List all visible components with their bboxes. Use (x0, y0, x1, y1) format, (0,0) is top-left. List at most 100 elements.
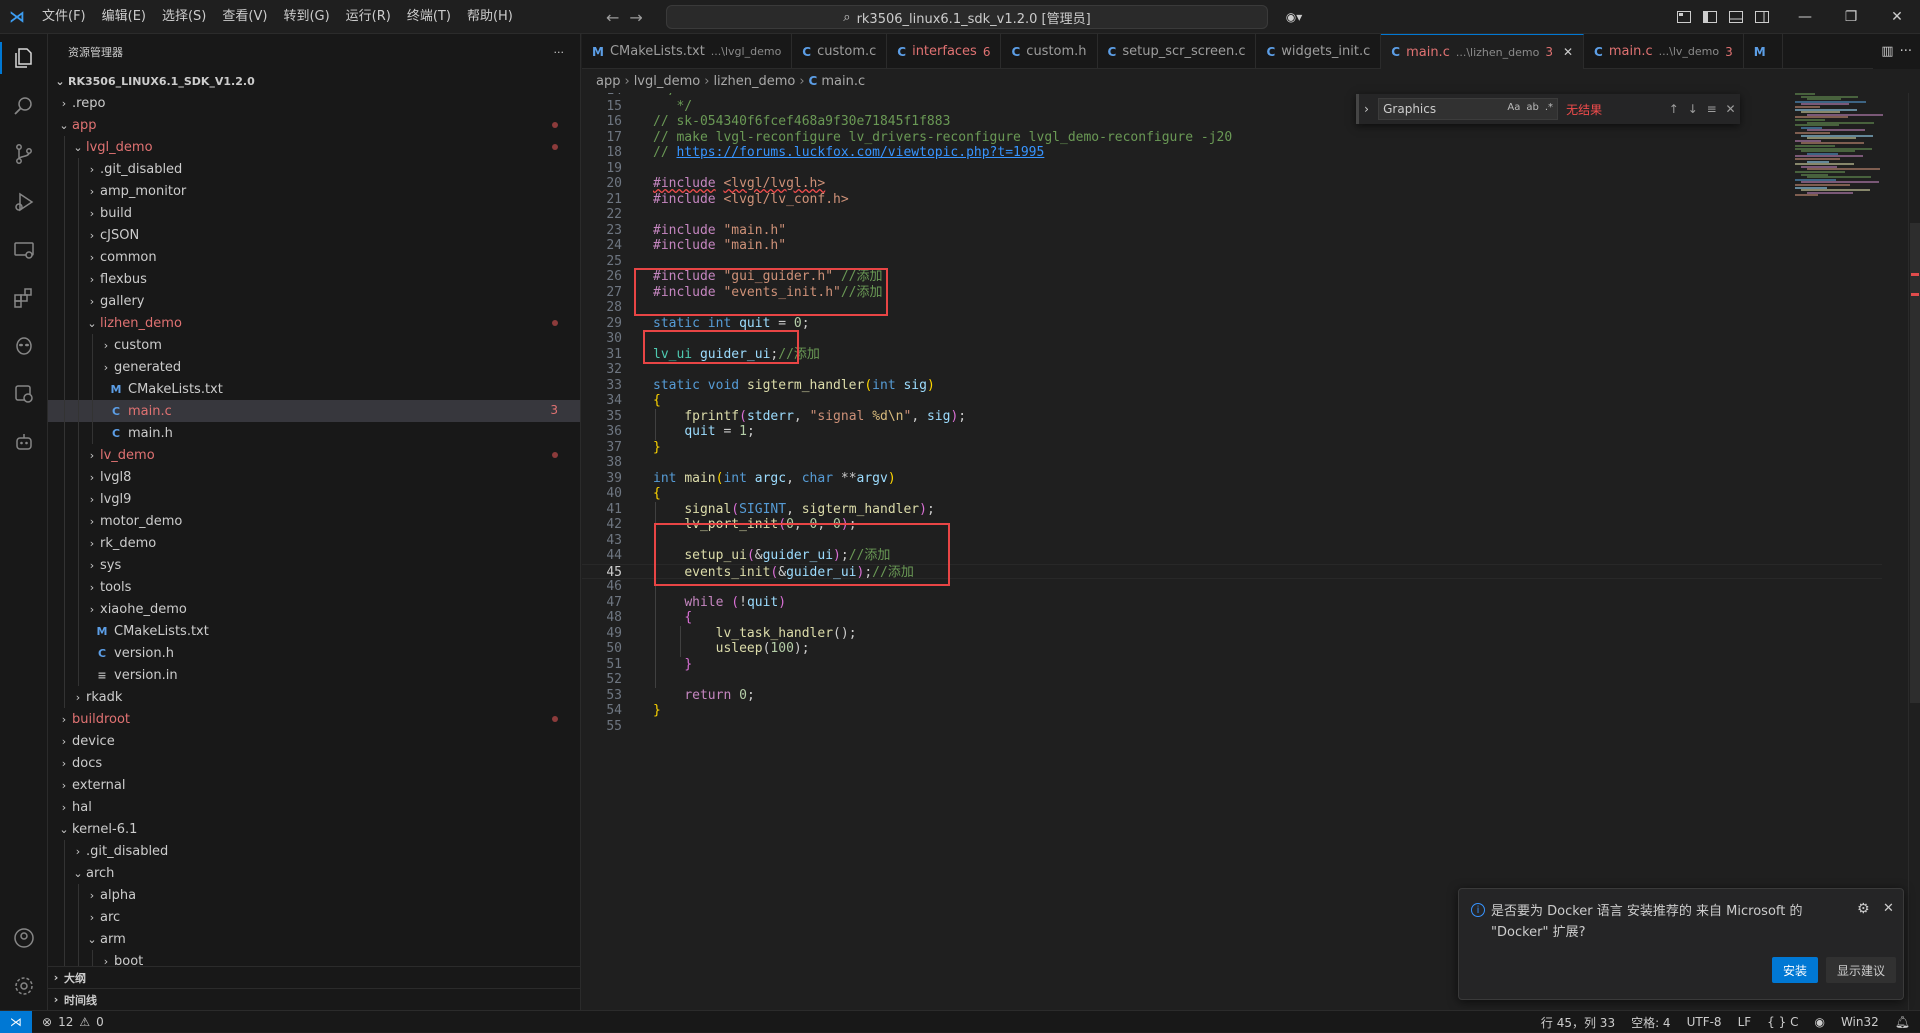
tree-folder[interactable]: › .git_disabled (48, 840, 580, 862)
tree-folder[interactable]: › docs (48, 752, 580, 774)
explorer-icon[interactable] (0, 34, 48, 82)
tree-folder[interactable]: › device (48, 730, 580, 752)
tree-folder[interactable]: › rk_demo (48, 532, 580, 554)
tree-file[interactable]: Cmain.h (48, 422, 580, 444)
tree-folder[interactable]: › generated (48, 356, 580, 378)
toggle-panel-icon[interactable] (1726, 7, 1746, 27)
tree-folder[interactable]: › external (48, 774, 580, 796)
tree-file[interactable]: ≡ version.in (48, 664, 580, 686)
toggle-secondary-sidebar-icon[interactable] (1752, 7, 1772, 27)
tree-folder[interactable]: › lvgl8 (48, 466, 580, 488)
account-icon[interactable] (0, 914, 48, 962)
tree-folder[interactable]: › tools (48, 576, 580, 598)
find-in-selection-icon[interactable]: ≡ (1702, 102, 1721, 116)
indentation[interactable]: 空格: 4 (1631, 1014, 1671, 1031)
split-editor-icon[interactable]: ▥ (1881, 44, 1893, 59)
more-actions-icon[interactable]: ··· (1900, 44, 1912, 59)
vertical-scrollbar[interactable] (1908, 93, 1920, 1010)
remote-explorer-icon[interactable] (0, 226, 48, 274)
search-icon[interactable] (0, 82, 48, 130)
menu-item[interactable]: 转到(G) (275, 5, 337, 29)
cursor-position[interactable]: 行 45，列 33 (1541, 1014, 1615, 1031)
editor-tab[interactable]: Cinterfaces 6 (887, 34, 1002, 69)
editor-tab[interactable]: Cwidgets_init.c (1256, 34, 1382, 69)
menu-item[interactable]: 终端(T) (399, 5, 459, 29)
tree-file[interactable]: M CMakeLists.txt (48, 378, 580, 400)
run-debug-icon[interactable] (0, 178, 48, 226)
menu-item[interactable]: 帮助(H) (459, 5, 521, 29)
back-arrow-icon[interactable]: ← (606, 8, 619, 27)
robot-icon[interactable] (0, 418, 48, 466)
platform[interactable]: Win32 (1841, 1015, 1879, 1029)
tree-folder[interactable]: › .repo (48, 92, 580, 114)
encoding[interactable]: UTF-8 (1687, 1015, 1722, 1029)
tree-folder[interactable]: › common (48, 246, 580, 268)
tree-folder[interactable]: › amp_monitor (48, 180, 580, 202)
breadcrumb-item[interactable]: main.c (821, 74, 865, 89)
toggle-replace-icon[interactable]: › (1359, 102, 1374, 116)
tree-file[interactable]: Cmain.c 3 (48, 400, 580, 422)
menu-item[interactable]: 文件(F) (34, 5, 94, 29)
remote-indicator-icon[interactable]: ⋊ (0, 1010, 32, 1033)
find-input[interactable]: Graphics Aa ab .* (1378, 98, 1559, 120)
whole-word-toggle[interactable]: ab (1526, 102, 1538, 113)
minimap[interactable] (1795, 93, 1905, 213)
tree-folder[interactable]: › xiaohe_demo (48, 598, 580, 620)
command-center[interactable]: ⌕ rk3506_linux6.1_sdk_v1.2.0 [管理员] (666, 5, 1268, 29)
copilot-status-icon[interactable]: ◉ (1814, 1015, 1824, 1029)
breadcrumb-item[interactable]: app (596, 74, 620, 89)
tree-folder[interactable]: › rkadk (48, 686, 580, 708)
outline-section[interactable]: › 大纲 (48, 966, 580, 988)
toggle-primary-sidebar-icon[interactable] (1700, 7, 1720, 27)
tree-folder[interactable]: › sys (48, 554, 580, 576)
tree-folder[interactable]: › .git_disabled (48, 158, 580, 180)
editor-tab[interactable]: M CMakeLists.txt ...\lvgl_demo (582, 34, 793, 69)
tree-folder[interactable]: › gallery (48, 290, 580, 312)
tree-folder[interactable]: › build (48, 202, 580, 224)
arrow-down-icon[interactable]: ↓ (1683, 102, 1702, 116)
menu-item[interactable]: 选择(S) (154, 5, 214, 29)
end-of-line[interactable]: LF (1738, 1015, 1752, 1029)
editor-tab[interactable]: M (1744, 34, 1783, 69)
breadcrumb-item[interactable]: lvgl_demo (634, 74, 701, 89)
regex-toggle[interactable]: .* (1545, 102, 1553, 113)
settings-gear-icon[interactable] (0, 962, 48, 1010)
tree-file[interactable]: M CMakeLists.txt (48, 620, 580, 642)
tree-folder[interactable]: › lvgl9 (48, 488, 580, 510)
root-folder[interactable]: ⌄ RK3506_LINUX6.1_SDK_V1.2.0 (48, 70, 580, 92)
timeline-section[interactable]: › 时间线 (48, 988, 580, 1010)
tree-folder[interactable]: › hal (48, 796, 580, 818)
tree-folder[interactable]: ⌄ lvgl_demo (48, 136, 580, 158)
editor-tab[interactable]: Ccustom.h (1001, 34, 1098, 69)
menu-item[interactable]: 查看(V) (214, 5, 275, 29)
close-icon[interactable]: ✕ (1563, 45, 1573, 59)
language-mode[interactable]: { } C (1767, 1015, 1798, 1029)
notifications-bell-icon[interactable]: 🔔︎ (1895, 1015, 1910, 1029)
alien-icon[interactable] (0, 322, 48, 370)
editor-tab[interactable]: Csetup_scr_screen.c (1098, 34, 1257, 69)
tree-folder[interactable]: ⌄ kernel-6.1 (48, 818, 580, 840)
menu-item[interactable]: 运行(R) (338, 5, 399, 29)
close-window-icon[interactable]: ✕ (1874, 0, 1920, 34)
tree-folder[interactable]: ⌄ arch (48, 862, 580, 884)
problems-indicator[interactable]: ⊗ 12 ⚠ 0 (42, 1015, 104, 1029)
show-recommendations-button[interactable]: 显示建议 (1826, 957, 1896, 983)
tree-file[interactable]: Cversion.h (48, 642, 580, 664)
close-icon[interactable]: ✕ (1883, 901, 1894, 916)
tree-folder[interactable]: ⌄ arm (48, 928, 580, 950)
install-button[interactable]: 安装 (1772, 957, 1818, 983)
minimize-icon[interactable]: — (1782, 0, 1828, 34)
tree-folder[interactable]: › buildroot (48, 708, 580, 730)
tree-folder[interactable]: › flexbus (48, 268, 580, 290)
tree-folder[interactable]: › alpha (48, 884, 580, 906)
customize-layout-icon[interactable] (1674, 7, 1694, 27)
source-control-icon[interactable] (0, 130, 48, 178)
arrow-up-icon[interactable]: ↑ (1664, 102, 1683, 116)
editor-tab[interactable]: Ccustom.c (792, 34, 888, 69)
more-actions-icon[interactable]: ··· (554, 46, 565, 59)
editor-tab[interactable]: Cmain.c ...\lv_demo 3 (1584, 34, 1744, 69)
tree-folder[interactable]: › arc (48, 906, 580, 928)
tree-folder[interactable]: ⌄ lizhen_demo (48, 312, 580, 334)
editor-tab[interactable]: Cmain.c ...\lizhen_demo 3 ✕ (1381, 34, 1585, 69)
tree-folder[interactable]: › motor_demo (48, 510, 580, 532)
